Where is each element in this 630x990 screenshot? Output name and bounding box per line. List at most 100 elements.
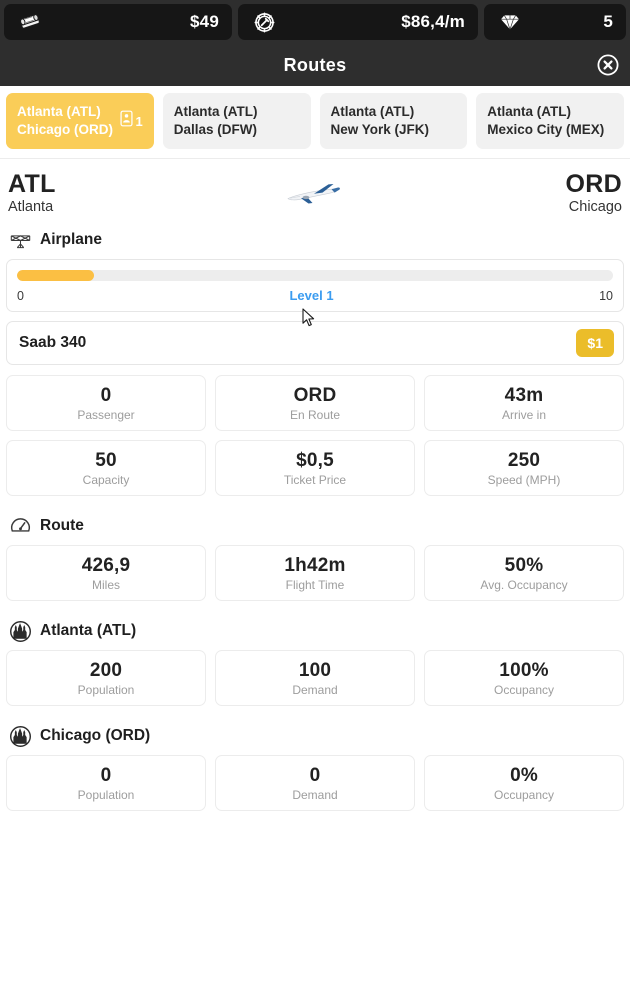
level-progress-fill [17, 270, 94, 281]
airplane-icon [8, 228, 32, 252]
resource-upkeep[interactable]: $86,4/m [238, 4, 478, 40]
speedometer-icon [8, 514, 32, 538]
route-tab-origin: Atlanta (ATL) [174, 104, 258, 121]
stat-value: 0 [101, 385, 112, 407]
stat-label: Ticket Price [284, 473, 346, 487]
stat-value: 426,9 [82, 555, 131, 577]
airplane-level-panel: 0 Level 1 10 [6, 259, 624, 312]
stat-label: Passenger [77, 408, 134, 422]
origin-code: ATL [8, 171, 56, 197]
stat-label: Speed (MPH) [488, 473, 561, 487]
stat-value: 200 [90, 660, 122, 682]
route-tabs: Atlanta (ATL) Chicago (ORD) 1 Atlanta (A… [0, 86, 630, 159]
stat-destination-population: 0 Population [6, 755, 206, 811]
airplane-stats-grid-row1: 0 Passenger ORD En Route 43m Arrive in [0, 375, 630, 431]
stat-label: Population [78, 788, 135, 802]
route-endpoints-header: ATL Atlanta ORD Chicago [0, 159, 630, 225]
destination-city-section-header: Chicago (ORD) [0, 721, 630, 755]
stat-flight-time: 1h42m Flight Time [215, 545, 415, 601]
level-labels: 0 Level 1 10 [17, 288, 613, 303]
resource-money[interactable]: $49 [4, 4, 232, 40]
stat-origin-population: 200 Population [6, 650, 206, 706]
plane-model-row[interactable]: Saab 340 $1 [6, 321, 624, 365]
airplane-section-header: Airplane [0, 225, 630, 259]
stat-label: Demand [292, 788, 337, 802]
route-stats-grid: 426,9 Miles 1h42m Flight Time 50% Avg. O… [0, 545, 630, 601]
airplane-stats-grid-row2: 50 Capacity $0,5 Ticket Price 250 Speed … [0, 440, 630, 496]
stat-value: 0% [510, 765, 538, 787]
stat-label: Arrive in [502, 408, 546, 422]
route-tab-atl-mex[interactable]: Atlanta (ATL) Mexico City (MEX) [476, 93, 624, 149]
stat-ticket-price: $0,5 Ticket Price [215, 440, 415, 496]
stat-label: Avg. Occupancy [480, 578, 567, 592]
stat-label: Capacity [83, 473, 130, 487]
route-section-title: Route [40, 517, 84, 535]
stat-label: Occupancy [494, 788, 554, 802]
gear-wrench-icon [251, 9, 277, 35]
route-tab-atl-ord[interactable]: Atlanta (ATL) Chicago (ORD) 1 [6, 93, 154, 149]
route-tab-origin: Atlanta (ATL) [331, 104, 430, 121]
airplane-side-icon [282, 181, 348, 211]
destination-code: ORD [566, 171, 622, 197]
stat-value: 50% [505, 555, 544, 577]
route-tab-origin: Atlanta (ATL) [17, 104, 113, 121]
level-current-label[interactable]: Level 1 [289, 288, 333, 303]
route-tab-atl-dfw[interactable]: Atlanta (ATL) Dallas (DFW) [163, 93, 311, 149]
route-tab-destination: Mexico City (MEX) [487, 122, 604, 139]
airplane-section-title: Airplane [40, 231, 102, 249]
route-section-header: Route [0, 511, 630, 545]
stat-origin-demand: 100 Demand [215, 650, 415, 706]
stat-value: 0 [101, 765, 112, 787]
stat-passenger: 0 Passenger [6, 375, 206, 431]
gems-value: 5 [603, 12, 613, 32]
origin-city-section-title: Atlanta (ATL) [40, 622, 136, 640]
city-icon [8, 724, 32, 748]
route-tab-labels: Atlanta (ATL) Dallas (DFW) [174, 104, 258, 139]
level-min-label: 0 [17, 289, 24, 303]
origin-city-section-header: Atlanta (ATL) [0, 616, 630, 650]
stat-avg-occupancy: 50% Avg. Occupancy [424, 545, 624, 601]
route-tab-badge: 1 [119, 110, 143, 132]
money-value: $49 [190, 12, 219, 32]
level-progress-track [17, 270, 613, 281]
resource-bar: $49 $86,4/m [0, 0, 630, 44]
stat-label: Miles [92, 578, 120, 592]
stat-label: En Route [290, 408, 340, 422]
stat-value: 43m [505, 385, 544, 407]
stat-speed: 250 Speed (MPH) [424, 440, 624, 496]
city-icon [8, 619, 32, 643]
stat-label: Demand [292, 683, 337, 697]
route-destination: ORD Chicago [566, 171, 622, 215]
stat-value: 100% [499, 660, 548, 682]
close-icon[interactable] [595, 52, 621, 78]
stat-label: Population [78, 683, 135, 697]
page-title: Routes [284, 55, 347, 76]
stat-destination-occupancy: 0% Occupancy [424, 755, 624, 811]
stat-en-route: ORD En Route [215, 375, 415, 431]
level-max-label: 10 [599, 289, 613, 303]
route-tab-labels: Atlanta (ATL) New York (JFK) [331, 104, 430, 139]
stat-label: Occupancy [494, 683, 554, 697]
resource-gems[interactable]: 5 [484, 4, 626, 40]
stat-value: 100 [299, 660, 331, 682]
destination-city: Chicago [569, 199, 622, 215]
stat-value: 50 [95, 450, 117, 472]
plane-seat-icon [119, 110, 134, 132]
stat-value: ORD [294, 385, 337, 407]
route-tab-atl-jfk[interactable]: Atlanta (ATL) New York (JFK) [320, 93, 468, 149]
route-origin: ATL Atlanta [8, 171, 56, 215]
stat-value: 1h42m [284, 555, 345, 577]
stat-value: 250 [508, 450, 540, 472]
stat-value: $0,5 [296, 450, 334, 472]
route-tab-origin: Atlanta (ATL) [487, 104, 604, 121]
stat-value: 0 [310, 765, 321, 787]
plane-model-name: Saab 340 [19, 334, 86, 352]
plane-price-badge[interactable]: $1 [576, 329, 614, 357]
route-tab-destination: New York (JFK) [331, 122, 430, 139]
route-tab-labels: Atlanta (ATL) Mexico City (MEX) [487, 104, 604, 139]
origin-city-stats-grid: 200 Population 100 Demand 100% Occupancy [0, 650, 630, 706]
route-tab-labels: Atlanta (ATL) Chicago (ORD) [17, 104, 113, 139]
money-roll-icon [17, 9, 43, 35]
stat-label: Flight Time [286, 578, 345, 592]
stat-capacity: 50 Capacity [6, 440, 206, 496]
